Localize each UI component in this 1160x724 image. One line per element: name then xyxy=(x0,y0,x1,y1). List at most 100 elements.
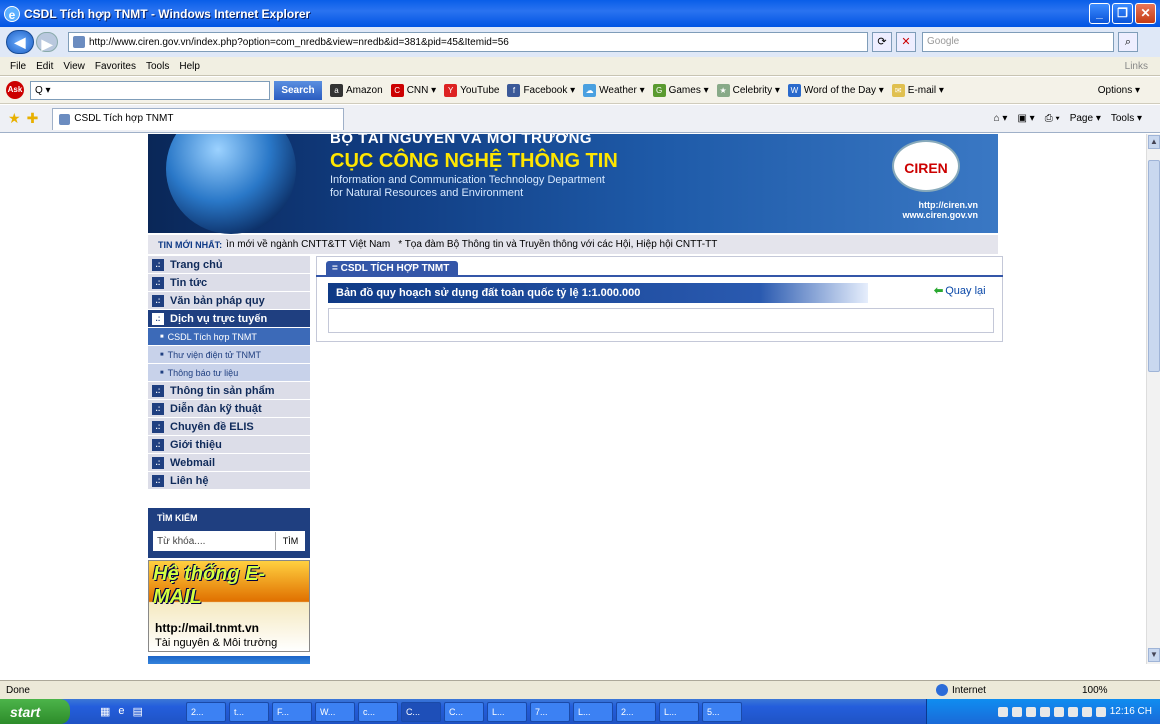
nav-subitem-library[interactable]: Thư viện điện tử TNMT xyxy=(148,346,310,364)
toolbar-search-input[interactable]: Q ▾ xyxy=(30,80,270,100)
tab-favicon-icon xyxy=(59,113,71,125)
quicklaunch-ie-icon[interactable]: e xyxy=(118,705,124,718)
taskbar-button[interactable]: L... xyxy=(486,701,527,722)
scroll-thumb[interactable] xyxy=(1148,160,1160,372)
toolbar-cnn[interactable]: C CNN ▾ xyxy=(390,83,436,97)
secondary-ad-banner[interactable] xyxy=(148,656,310,664)
taskbar-button[interactable]: 2... xyxy=(615,701,656,722)
print-icon[interactable]: ⎙ ▾ xyxy=(1045,113,1060,124)
quicklaunch-icon[interactable]: ▤ xyxy=(133,705,143,718)
ask-logo-icon[interactable]: Ask xyxy=(6,81,24,99)
clock[interactable]: 12:16 CH xyxy=(1110,706,1152,717)
keyword-input[interactable]: Từ khóa.... xyxy=(153,536,275,547)
banner-ministry: BỘ TÀI NGUYÊN VÀ MÔI TRƯỜNG xyxy=(330,134,593,147)
nav-subitem-notice[interactable]: Thông báo tư liệu xyxy=(148,364,310,382)
site-banner: BỘ TÀI NGUYÊN VÀ MÔI TRƯỜNG CỤC CÔNG NGH… xyxy=(148,134,998,234)
toolbar-word-of-day[interactable]: W Word of the Day ▾ xyxy=(787,83,884,97)
tray-icon[interactable] xyxy=(1025,706,1036,717)
minimize-button[interactable]: _ xyxy=(1089,3,1110,24)
menu-view[interactable]: View xyxy=(63,61,85,72)
nav-item-news[interactable]: .: Tin tức xyxy=(148,274,310,292)
nav-item-elis[interactable]: .: Chuyên đề ELIS xyxy=(148,418,310,436)
tray-icon[interactable] xyxy=(997,706,1008,717)
menu-bar: File Edit View Favorites Tools Help Link… xyxy=(0,57,1160,76)
add-favorites-icon[interactable]: ✚ xyxy=(27,110,39,127)
nav-bullet-icon: .: xyxy=(152,438,164,451)
search-input[interactable]: Google xyxy=(922,32,1114,52)
ciren-logo: CIREN xyxy=(892,140,960,192)
forward-arrow-icon[interactable]: ▶ xyxy=(36,32,58,52)
toolbar-youtube[interactable]: Y YouTube xyxy=(444,83,499,97)
taskbar-button[interactable]: W... xyxy=(314,701,355,722)
zoom-level[interactable]: 100% xyxy=(1082,685,1108,696)
taskbar-button[interactable]: C... xyxy=(443,701,484,722)
toolbar-options[interactable]: Options ▾ xyxy=(1098,85,1140,96)
volume-icon[interactable] xyxy=(1095,706,1106,717)
tools-menu[interactable]: Tools ▾ xyxy=(1111,113,1142,124)
taskbar-button[interactable]: F... xyxy=(271,701,312,722)
quicklaunch-icon[interactable]: ▦ xyxy=(100,705,110,718)
menu-favorites[interactable]: Favorites xyxy=(95,61,136,72)
ticker-item[interactable]: * Tọa đàm Bộ Thông tin và Truyền thông v… xyxy=(398,239,717,250)
nav-item-online-services[interactable]: .: Dịch vụ trực tuyến xyxy=(148,310,310,328)
address-bar[interactable]: http://www.ciren.gov.vn/index.php?option… xyxy=(68,32,868,52)
tray-icon[interactable] xyxy=(1067,706,1078,717)
scroll-up-icon[interactable]: ▲ xyxy=(1148,135,1160,149)
taskbar-button[interactable]: 7... xyxy=(529,701,570,722)
menu-help[interactable]: Help xyxy=(179,61,200,72)
nav-item-forum[interactable]: .: Diễn đàn kỹ thuật xyxy=(148,400,310,418)
tray-icon[interactable] xyxy=(1053,706,1064,717)
toolbar-email[interactable]: ✉ E-mail ▾ xyxy=(891,83,944,97)
nav-item-home[interactable]: .: Trang chủ xyxy=(148,256,310,274)
back-arrow-icon[interactable]: ◀ xyxy=(6,30,34,54)
toolbar-amazon[interactable]: a Amazon xyxy=(330,83,383,97)
page-favicon-icon xyxy=(73,36,85,48)
back-link[interactable]: ⬅ Quay lại xyxy=(934,284,986,297)
taskbar-button[interactable]: 5... xyxy=(701,701,742,722)
toolbar-search-button[interactable]: Search xyxy=(274,80,322,100)
menu-tools[interactable]: Tools xyxy=(146,61,169,72)
links-button[interactable]: Links xyxy=(1125,61,1148,72)
toolbar-games[interactable]: G Games ▾ xyxy=(652,83,709,97)
toolbar-facebook[interactable]: f Facebook ▾ xyxy=(507,83,575,97)
search-icon[interactable]: ⌕ xyxy=(1118,32,1138,52)
tab-csdl[interactable]: CSDL Tích hợp TNMT xyxy=(52,107,345,130)
tray-icon[interactable] xyxy=(1011,706,1022,717)
taskbar-button-active[interactable]: C... xyxy=(400,701,441,722)
feeds-icon[interactable]: ▣ ▾ xyxy=(1017,113,1034,124)
banner-url-1: http://ciren.vn xyxy=(918,200,978,210)
system-tray: 12:16 CH xyxy=(926,699,1160,724)
page-menu[interactable]: Page ▾ xyxy=(1070,113,1101,124)
site-search-button[interactable]: TÌM xyxy=(275,532,305,550)
taskbar-button[interactable]: 2... xyxy=(185,701,226,722)
favorites-star-icon[interactable]: ★ xyxy=(8,110,21,127)
stop-icon[interactable]: ✕ xyxy=(896,32,916,52)
nav-item-webmail[interactable]: .: Webmail xyxy=(148,454,310,472)
menu-file[interactable]: File xyxy=(10,61,26,72)
nav-item-about[interactable]: .: Giới thiệu xyxy=(148,436,310,454)
tray-icon[interactable] xyxy=(1081,706,1092,717)
menu-edit[interactable]: Edit xyxy=(36,61,53,72)
ticker-item[interactable]: ìn mới về ngành CNTT&TT Việt Nam xyxy=(226,239,390,250)
banner-title: CỤC CÔNG NGHỆ THÔNG TIN xyxy=(330,150,618,172)
taskbar-button[interactable]: L... xyxy=(658,701,699,722)
nav-item-products[interactable]: .: Thông tin sản phẩm xyxy=(148,382,310,400)
nav-item-legal-docs[interactable]: .: Văn bản pháp quy xyxy=(148,292,310,310)
home-icon[interactable]: ⌂ ▾ xyxy=(994,113,1008,124)
nav-subitem-csdl[interactable]: CSDL Tích hợp TNMT xyxy=(148,328,310,346)
taskbar-button[interactable]: c... xyxy=(357,701,398,722)
taskbar-button[interactable]: L... xyxy=(572,701,613,722)
close-button[interactable]: ✕ xyxy=(1135,3,1156,24)
toolbar-weather[interactable]: ☁ Weather ▾ xyxy=(583,83,645,97)
vertical-scrollbar[interactable]: ▲ ▼ xyxy=(1146,134,1160,664)
maximize-button[interactable]: ❐ xyxy=(1112,3,1133,24)
refresh-icon[interactable]: ⟳ xyxy=(872,32,892,52)
scroll-down-icon[interactable]: ▼ xyxy=(1148,648,1160,662)
start-button[interactable]: start xyxy=(0,699,70,724)
email-system-ad[interactable]: Hệ thống E-MAIL http://mail.tnmt.vn Tài … xyxy=(148,560,310,652)
tray-icon[interactable] xyxy=(1039,706,1050,717)
nav-item-contact[interactable]: .: Liên hệ xyxy=(148,472,310,490)
toolbar-celebrity[interactable]: ★ Celebrity ▾ xyxy=(716,83,780,97)
taskbar-button[interactable]: t... xyxy=(228,701,269,722)
site-search-header: TÌM KIẾM xyxy=(157,513,198,523)
